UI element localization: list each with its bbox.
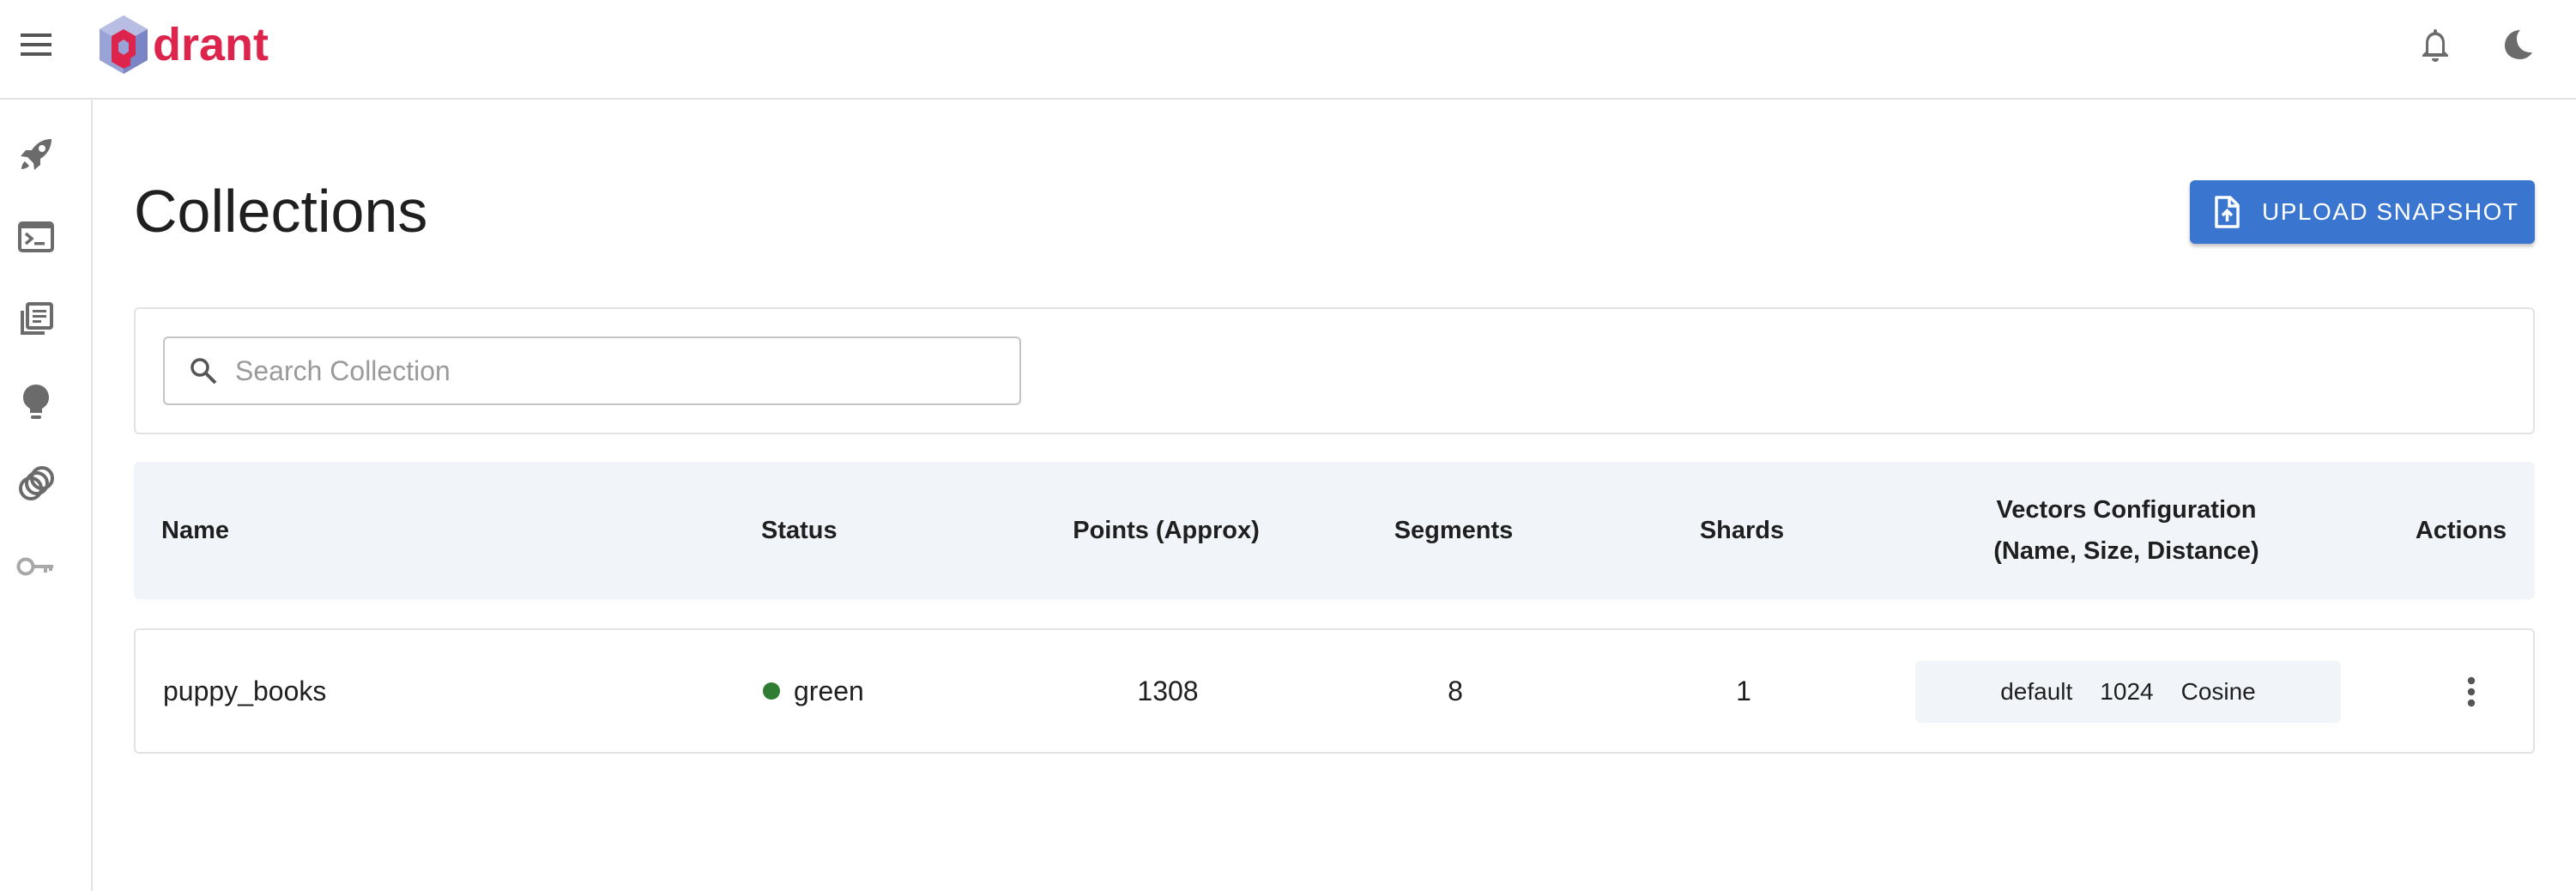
search-field[interactable] (163, 336, 1021, 405)
more-vert-icon[interactable] (2449, 670, 2494, 714)
vector-name: default (2000, 678, 2073, 705)
table-row[interactable]: puppy_books green 1308 8 1 default 1024 … (134, 628, 2535, 754)
page-title: Collections (134, 178, 428, 245)
key-icon[interactable] (2573, 22, 2576, 67)
column-header-shards[interactable]: Shards (1700, 510, 1784, 551)
status-dot (763, 682, 780, 700)
column-header-vectors-line1: Vectors Configuration (1996, 496, 2257, 524)
column-header-vectors[interactable]: Vectors Configuration (Name, Size, Dista… (1993, 489, 2259, 572)
search-card (134, 307, 2535, 434)
upload-snapshot-button[interactable]: UPLOAD SNAPSHOT (2190, 180, 2535, 244)
sidebar (0, 100, 93, 891)
upload-snapshot-label: UPLOAD SNAPSHOT (2262, 198, 2519, 225)
console-icon[interactable] (15, 216, 57, 258)
vector-size: 1024 (2100, 678, 2154, 705)
rings-icon[interactable] (15, 464, 57, 505)
table-header: Name Status Points (Approx) Segments Sha… (134, 462, 2535, 599)
rocket-icon[interactable] (15, 134, 57, 175)
vector-distance: Cosine (2180, 678, 2256, 705)
logo-text: drant (153, 19, 269, 70)
search-icon (189, 355, 220, 386)
menu-icon[interactable] (15, 24, 57, 65)
status-text: green (794, 675, 864, 706)
segments-count: 8 (1448, 675, 1463, 706)
column-header-vectors-line2: (Name, Size, Distance) (1993, 537, 2259, 565)
collection-name[interactable]: puppy_books (163, 630, 326, 752)
column-header-name[interactable]: Name (161, 510, 229, 551)
column-header-actions: Actions (2415, 517, 2507, 544)
library-icon[interactable] (15, 299, 57, 340)
shards-count: 1 (1736, 675, 1751, 706)
column-header-status[interactable]: Status (761, 510, 838, 551)
collection-status: green (763, 630, 864, 752)
vectors-config-chip: default 1024 Cosine (1915, 661, 2341, 723)
qdrant-logo-mark (100, 15, 148, 74)
upload-file-icon (2214, 195, 2245, 229)
dark-mode-icon[interactable] (2495, 22, 2540, 67)
lightbulb-icon[interactable] (15, 381, 57, 422)
top-app-bar: drant (0, 0, 2576, 100)
qdrant-logo[interactable]: drant (96, 12, 269, 77)
column-header-points[interactable]: Points (Approx) (1073, 510, 1260, 551)
search-input[interactable] (235, 355, 973, 387)
points-count: 1308 (1137, 675, 1199, 706)
key-icon[interactable] (15, 546, 57, 587)
column-header-segments[interactable]: Segments (1394, 510, 1514, 551)
bell-icon[interactable] (2413, 22, 2458, 67)
